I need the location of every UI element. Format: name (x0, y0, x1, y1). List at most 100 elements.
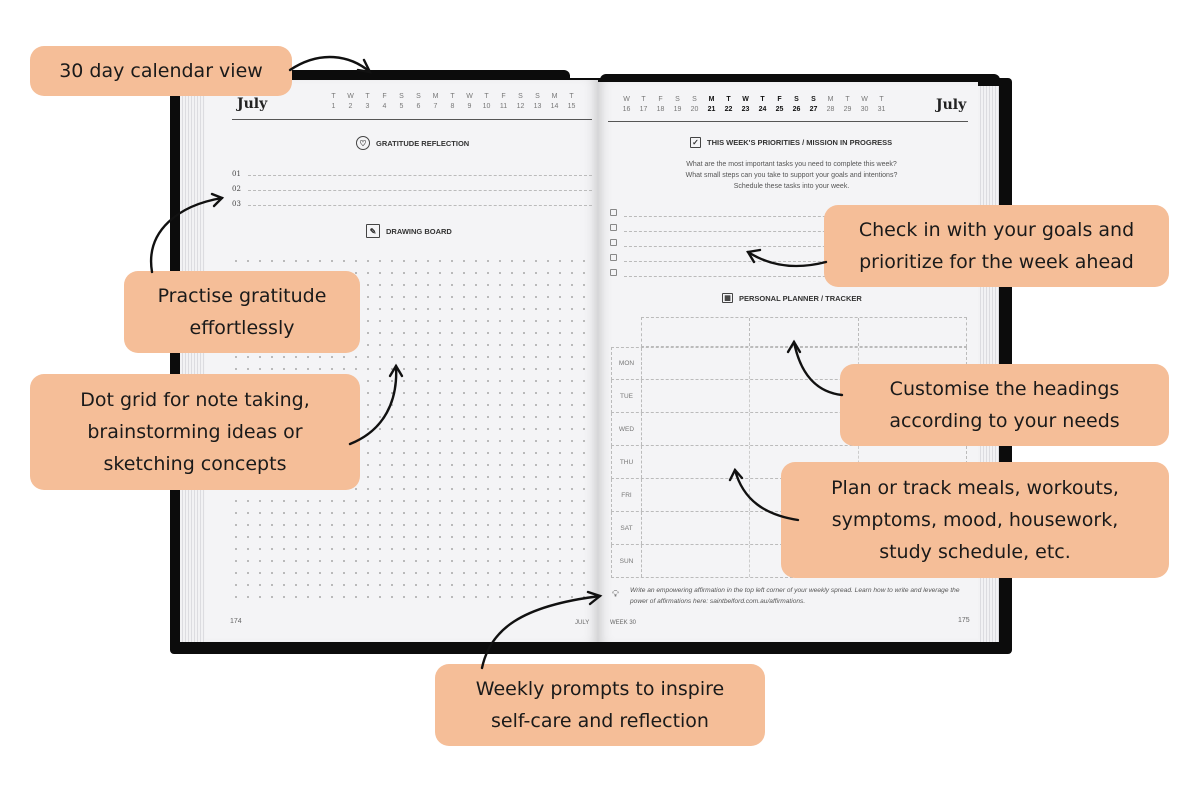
callout-text: effortlessly (189, 317, 295, 339)
tracker-cell[interactable] (642, 479, 751, 511)
calendar-day: T3 (359, 92, 376, 112)
calendar-date: 22 (724, 106, 733, 113)
affirmation-text: Write an empowering affirmation in the t… (630, 587, 960, 605)
tracker-cell[interactable] (642, 413, 751, 445)
calendar-day: W 30 (856, 95, 873, 115)
drawing-board-title: DRAWING BOARD (386, 226, 452, 236)
checkbox[interactable] (610, 209, 617, 216)
checkbox[interactable] (610, 224, 617, 231)
calendar-day: S 27 (805, 95, 822, 115)
calendar-weekday: F (382, 93, 387, 100)
checkbox[interactable] (610, 254, 617, 261)
calendar-weekday: F (777, 96, 782, 103)
calendar-day: F 25 (771, 95, 788, 115)
tracker-day-label: FRI (612, 479, 642, 511)
calendar-weekday: M (551, 93, 558, 100)
callout-text: brainstorming ideas or (87, 421, 303, 443)
checkbox-checked-icon: ✓ (690, 137, 701, 148)
calendar-weekday: S (535, 93, 540, 100)
right-month-title: July (936, 97, 967, 113)
callout-text: Plan or track meals, workouts, (831, 477, 1119, 499)
callout-text: Weekly prompts to inspire (475, 678, 725, 700)
writing-line (248, 175, 592, 176)
gratitude-line-number: 03 (232, 200, 241, 208)
calendar-date: 5 (399, 103, 404, 110)
tracker-cell[interactable] (642, 380, 751, 412)
calendar-day: M 21 (703, 95, 720, 115)
drawing-board-heading: ✎ DRAWING BOARD (366, 224, 452, 238)
calendar-day: W9 (461, 92, 478, 112)
calendar-date: 28 (826, 106, 835, 113)
calendar-date: 14 (550, 103, 559, 110)
callout-text: according to your needs (889, 410, 1120, 432)
calendar-weekday: M (432, 93, 439, 100)
writing-line (248, 205, 592, 206)
calendar-weekday: W (623, 96, 630, 103)
right-calendar-strip: W 16 T 17 F 18 S 19 S 20 M 21 T 22 W 23 T 24 F 25 S 26 S 27 M 28 T… (618, 95, 890, 115)
calendar-day: S 19 (669, 95, 686, 115)
gratitude-line-2[interactable]: 02 (232, 185, 592, 193)
calendar-day: M 28 (822, 95, 839, 115)
calendar-day: S6 (410, 92, 427, 112)
tracker-day-label: SUN (612, 545, 642, 577)
callout-text: prioritize for the week ahead (859, 251, 1134, 273)
callout-dotgrid: Dot grid for note taking, brainstorming … (30, 374, 360, 490)
gratitude-heading: ♡ GRATITUDE REFLECTION (356, 136, 469, 150)
tracker-cell[interactable] (642, 348, 751, 379)
lightbulb-icon: 💡︎ (612, 589, 619, 600)
calendar-date: 18 (656, 106, 665, 113)
calendar-date: 21 (707, 106, 716, 113)
calendar-weekday: W (466, 93, 473, 100)
calendar-date: 10 (482, 103, 491, 110)
calendar-date: 16 (622, 106, 631, 113)
calendar-day: T1 (325, 92, 342, 112)
calendar-day: F 11 (495, 92, 512, 112)
gratitude-line-3[interactable]: 03 (232, 200, 592, 208)
calendar-day: S 26 (788, 95, 805, 115)
calendar-day: T 29 (839, 95, 856, 115)
callout-text: symptoms, mood, housework, (831, 509, 1119, 531)
tracker-cell[interactable] (642, 446, 751, 478)
callout-text: 30 day calendar view (59, 60, 263, 82)
prompt-line: What small steps can you take to support… (685, 172, 898, 179)
callout-track: Plan or track meals, workouts, symptoms,… (781, 462, 1169, 578)
tracker-header-row[interactable] (641, 317, 967, 347)
calendar-day: T 22 (720, 95, 737, 115)
calendar-weekday: W (347, 93, 354, 100)
affirmation-prompt: 💡︎ Write an empowering affirmation in th… (610, 585, 970, 607)
tracker-cell[interactable] (642, 545, 751, 577)
callout-text: Practise gratitude (157, 285, 327, 307)
calendar-date: 15 (567, 103, 576, 110)
left-page-number: 174 (230, 618, 242, 625)
calendar-weekday: S (416, 93, 421, 100)
checkbox[interactable] (610, 269, 617, 276)
calendar-date: 4 (382, 103, 387, 110)
calendar-weekday: S (399, 93, 404, 100)
calendar-day: T 31 (873, 95, 890, 115)
callout-goals: Check in with your goals and prioritize … (824, 205, 1169, 287)
callout-text: study schedule, etc. (879, 541, 1071, 563)
tracker-title: PERSONAL PLANNER / TRACKER (739, 293, 862, 303)
tracker-day-label: MON (612, 348, 642, 379)
tracker-heading-cell[interactable] (750, 318, 859, 346)
prompt-line: Schedule these tasks into your week. (733, 183, 850, 190)
right-page-number: 175 (958, 617, 970, 624)
calendar-day: T 24 (754, 95, 771, 115)
calendar-date: 11 (499, 103, 508, 110)
gratitude-line-number: 02 (232, 185, 241, 193)
gratitude-line-1[interactable]: 01 (232, 170, 592, 178)
calendar-weekday: T (845, 96, 850, 103)
callout-calendar: 30 day calendar view (30, 46, 292, 96)
tracker-heading-cell[interactable] (642, 318, 751, 346)
gratitude-title: GRATITUDE REFLECTION (376, 138, 470, 148)
week-label: WEEK 30 (610, 620, 637, 626)
calendar-day: M7 (427, 92, 444, 112)
checkbox[interactable] (610, 239, 617, 246)
tracker-day-label: TUE (612, 380, 642, 412)
calendar-weekday: T (760, 96, 765, 103)
calendar-date: 1 (331, 103, 336, 110)
calendar-weekday: S (675, 96, 680, 103)
tracker-cell[interactable] (642, 512, 751, 544)
priorities-heading: ✓ THIS WEEK'S PRIORITIES / MISSION IN PR… (690, 137, 892, 148)
tracker-heading-cell[interactable] (859, 318, 966, 346)
